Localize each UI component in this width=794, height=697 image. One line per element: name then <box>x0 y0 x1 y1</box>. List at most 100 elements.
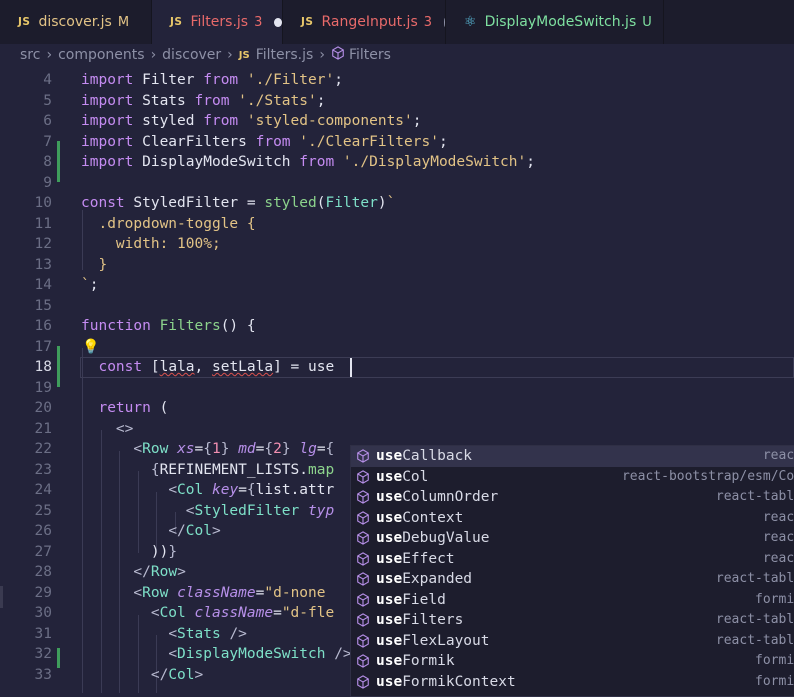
suggestion-match: use <box>376 673 403 690</box>
code-text: {REFINEMENT_LISTS.map <box>150 461 335 478</box>
code-text: } <box>81 256 108 273</box>
js-file-icon: JS <box>238 49 250 61</box>
suggestion-item[interactable]: useCol react-bootstrap/esm/Col <box>351 467 794 488</box>
line-number: 28 <box>34 564 52 580</box>
suggestion-label: useField <box>376 592 446 608</box>
suggestion-source: react-bootstrap/esm/Col <box>621 468 794 484</box>
suggestion-match: use <box>376 653 403 670</box>
code-text: <Col key={list.attr <box>168 482 335 498</box>
suggestion-label: useColumnOrder <box>376 489 498 505</box>
tab-rangeinput[interactable]: JS RangeInput.js 3 <box>283 0 446 44</box>
line-number: 18 <box>34 359 52 375</box>
suggestion-match: use <box>376 509 403 526</box>
code-line[interactable]: 10 const StyledFilter = styled(Filter)` <box>0 193 794 214</box>
code-line[interactable]: 6 import styled from 'styled-components'; <box>0 111 794 132</box>
suggestion-match: use <box>376 612 403 629</box>
suggestion-item[interactable]: useFilters react-table <box>351 610 794 631</box>
suggestion-item[interactable]: useColumnOrder react-table <box>351 487 794 508</box>
breadcrumb: src › components › discover › JS Filters… <box>0 44 794 66</box>
suggestion-item[interactable]: useField formik <box>351 590 794 611</box>
breadcrumb-file[interactable]: Filters.js <box>256 47 314 63</box>
tab-discover[interactable]: JS discover.js M <box>0 0 152 44</box>
line-number: 27 <box>34 543 52 560</box>
line-number: 8 <box>43 154 52 170</box>
line-number: 13 <box>34 256 52 273</box>
js-file-icon: JS <box>301 16 314 28</box>
suggestion-label: useEffect <box>376 551 455 567</box>
code-line[interactable]: 16 function Filters() { <box>0 316 794 337</box>
cube-icon <box>356 613 370 628</box>
code-line[interactable]: 9 <box>0 173 794 194</box>
react-icon: ⚛ <box>464 14 477 30</box>
tab-filters[interactable]: JS Filters.js 3 <box>152 0 283 44</box>
line-number: 33 <box>34 666 52 683</box>
js-file-icon: JS <box>170 16 183 28</box>
code-text: import styled from 'styled-components'; <box>81 113 422 129</box>
suggestion-match: use <box>376 468 403 485</box>
code-line[interactable]: 19 <box>0 378 794 399</box>
code-line[interactable]: 21 <> <box>0 419 794 440</box>
line-number: 24 <box>34 482 52 498</box>
breadcrumb-components[interactable]: components <box>58 47 145 63</box>
js-file-icon: JS <box>18 16 31 28</box>
code-text: <Row xs={1} md={2} lg={ <box>133 441 335 457</box>
line-number: 29 <box>34 584 52 601</box>
suggestion-label: useFilters <box>376 612 463 628</box>
suggestion-rest: Effect <box>402 550 455 567</box>
line-number: 30 <box>34 605 52 621</box>
suggestion-item[interactable]: useFlexLayout react-table <box>351 631 794 652</box>
cube-icon <box>356 490 370 505</box>
code-line[interactable]: 13 } <box>0 255 794 276</box>
code-line[interactable]: 17 <box>0 337 794 358</box>
suggestion-rest: Expanded <box>402 571 473 588</box>
suggestion-source: react <box>762 448 794 463</box>
suggestion-item[interactable]: useFormikContext formik <box>351 672 794 693</box>
suggestion-source: react <box>762 509 794 525</box>
suggestion-label: useFormikContext <box>376 674 516 690</box>
tab-label: discover.js <box>38 14 112 30</box>
breadcrumb-symbol[interactable]: Filters <box>349 47 391 63</box>
code-line[interactable]: 4 import Filter from './Filter'; <box>0 70 794 91</box>
code-text: const StyledFilter = styled(Filter)` <box>81 195 396 211</box>
code-line[interactable]: 14 `; <box>0 275 794 296</box>
line-number: 31 <box>34 625 52 642</box>
breadcrumb-discover[interactable]: discover <box>162 47 221 63</box>
cube-icon <box>356 469 370 484</box>
unsaved-dot-icon[interactable] <box>274 17 282 27</box>
chevron-right-icon: › <box>150 47 157 63</box>
code-line[interactable]: 8 import DisplayModeSwitch from './Displa… <box>0 152 794 173</box>
suggestion-match: use <box>376 530 403 547</box>
suggestion-rest: Field <box>402 591 446 608</box>
suggestion-match: use <box>376 550 403 567</box>
suggestion-source: react-table <box>715 612 794 627</box>
suggestion-item[interactable]: useExpanded react-table <box>351 569 794 590</box>
code-line[interactable]: 18 const [lala, setLala] = use <box>0 357 794 378</box>
line-number: 22 <box>34 441 52 457</box>
suggestion-label: useExpanded <box>376 571 472 587</box>
code-editor[interactable]: 4 import Filter from './Filter'; 5 import S… <box>0 66 794 697</box>
code-line[interactable]: 7 import ClearFilters from './ClearFilter… <box>0 132 794 153</box>
suggestion-item[interactable]: useDebugValue react <box>351 528 794 549</box>
suggestion-item[interactable]: useContext react <box>351 508 794 529</box>
line-number: 7 <box>43 133 52 150</box>
code-line[interactable]: 12 width: 100%; <box>0 234 794 255</box>
tab-displaymodeswitch[interactable]: ⚛ DisplayModeSwitch.js U <box>446 0 664 44</box>
code-text: .dropdown-toggle { <box>81 215 256 232</box>
tab-status-badge: M <box>117 14 130 30</box>
suggestion-source: formik <box>755 673 794 689</box>
breadcrumb-src[interactable]: src <box>20 47 40 63</box>
code-line[interactable]: 11 .dropdown-toggle { <box>0 214 794 235</box>
code-text: function Filters() { <box>81 318 256 334</box>
suggestion-source: react <box>762 550 794 566</box>
suggestion-item[interactable]: useEffect react <box>351 549 794 570</box>
suggestion-item[interactable]: useFormik formik <box>351 651 794 672</box>
code-line[interactable]: 20 return ( <box>0 398 794 419</box>
lightbulb-icon[interactable]: 💡 <box>82 339 99 355</box>
suggestion-item[interactable]: useCallback react <box>351 446 794 467</box>
suggestion-rest: ColumnOrder <box>402 489 499 506</box>
unsaved-dot-icon[interactable] <box>444 17 445 27</box>
code-line[interactable]: 5 import Stats from './Stats'; <box>0 91 794 112</box>
cube-icon <box>356 633 370 648</box>
code-line[interactable]: 15 <box>0 296 794 317</box>
suggestion-rest: Context <box>402 509 464 526</box>
